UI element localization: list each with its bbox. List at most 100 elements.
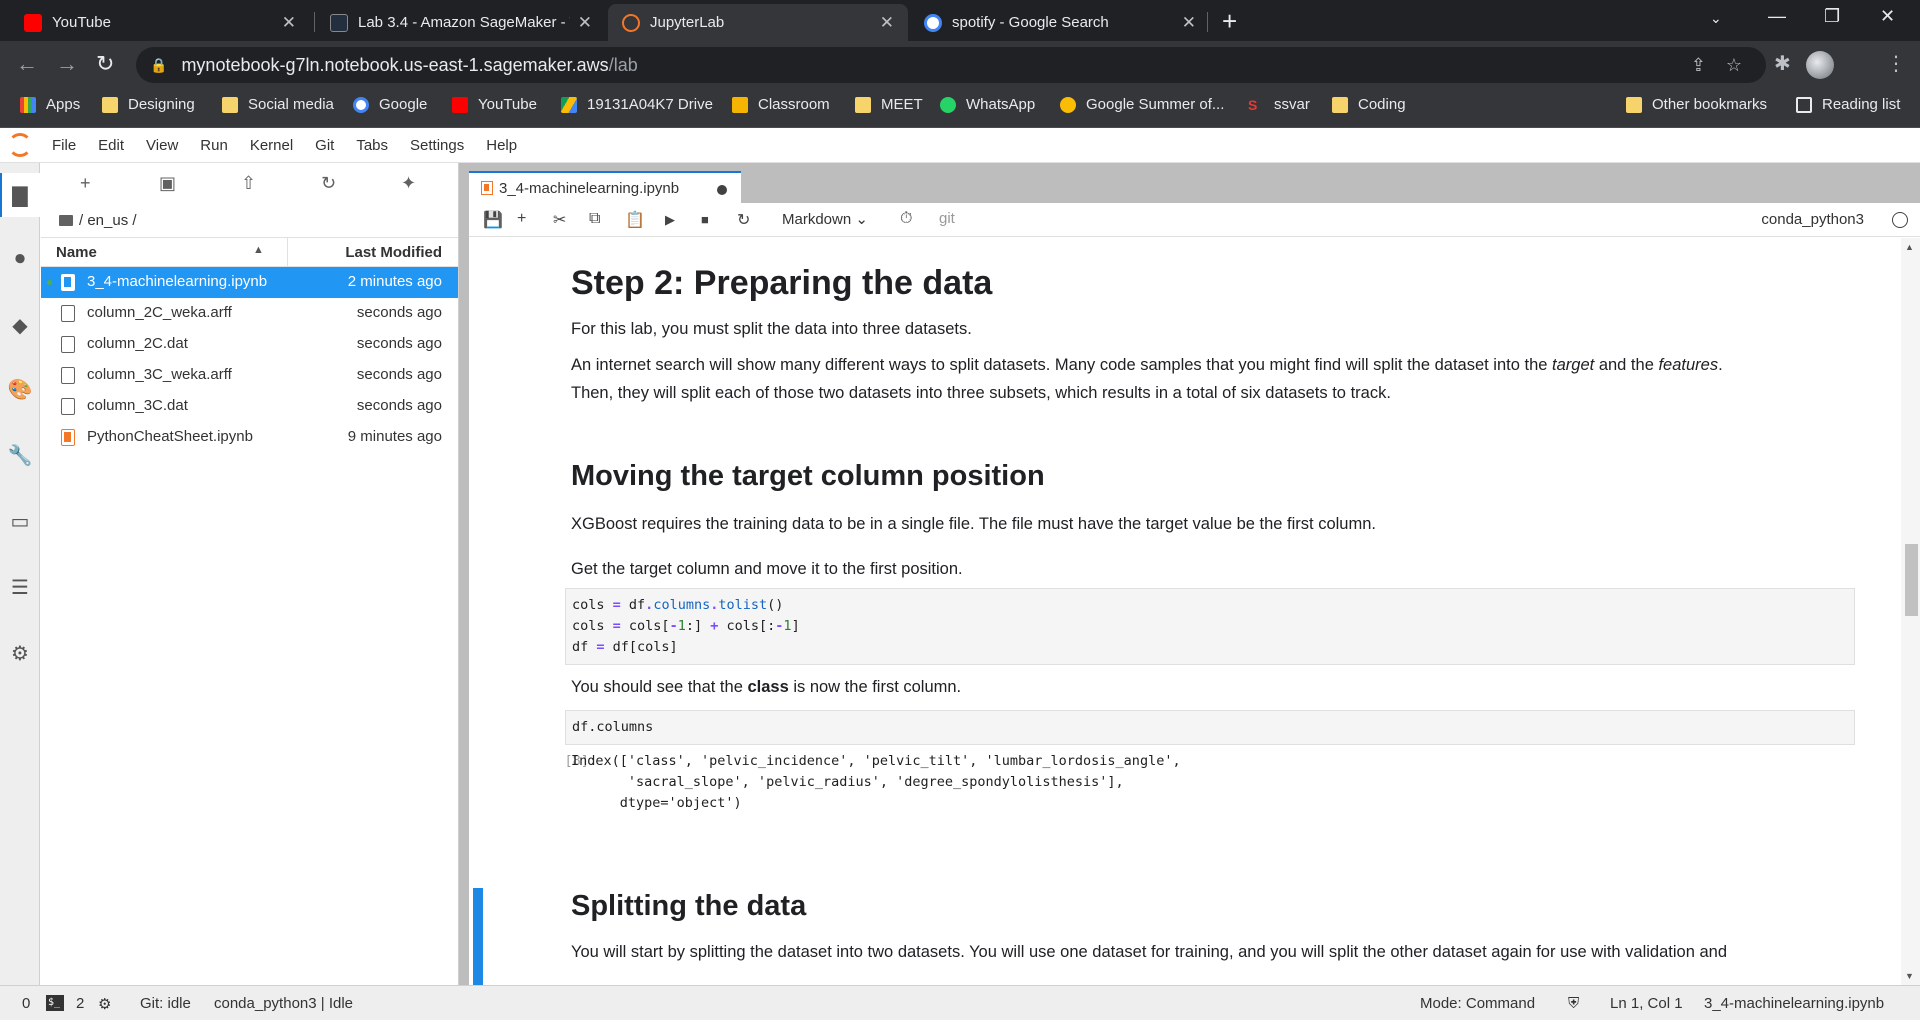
reload-icon[interactable]: ↻ <box>96 51 114 77</box>
menu-tabs[interactable]: Tabs <box>356 137 388 154</box>
folder-icon[interactable]: ▇ <box>8 183 32 207</box>
browser-tab-jupyterlab[interactable]: JupyterLab ✕ <box>608 4 908 41</box>
scroll-down-icon[interactable]: ▼ <box>1905 971 1914 981</box>
menu-kernel[interactable]: Kernel <box>250 137 293 154</box>
cut-icon[interactable]: ✂ <box>553 210 566 230</box>
bookmark-whatsapp[interactable]: WhatsApp <box>940 96 1035 113</box>
menu-file[interactable]: File <box>52 137 76 154</box>
terminal-icon[interactable]: $_ <box>46 995 64 1011</box>
palette-icon[interactable]: 🎨 <box>8 377 33 401</box>
menu-view[interactable]: View <box>146 137 178 154</box>
markdown-cell[interactable]: You will start by splitting the dataset … <box>571 938 1871 966</box>
copy-icon[interactable]: ⧉ <box>589 210 600 228</box>
menu-settings[interactable]: Settings <box>410 137 464 154</box>
save-icon[interactable]: 💾 <box>483 210 503 230</box>
clock-icon[interactable]: ⏱ <box>900 210 912 228</box>
running-sessions-icon[interactable]: ⏺ <box>8 247 32 271</box>
reading-list[interactable]: Reading list <box>1796 96 1900 113</box>
stop-icon[interactable]: ■ <box>701 212 709 227</box>
bookmark-designing[interactable]: Designing <box>102 96 195 113</box>
forward-icon[interactable]: → <box>56 51 78 77</box>
close-icon[interactable]: ✕ <box>1182 13 1196 33</box>
upload-icon[interactable]: ⇧ <box>241 173 256 194</box>
browser-tab-sagemaker[interactable]: Lab 3.4 - Amazon SageMaker - Tr ✕ <box>316 4 606 41</box>
extensions-icon[interactable]: ✱ <box>1774 51 1791 76</box>
tab-search-icon[interactable]: ⌄ <box>1710 10 1722 27</box>
close-icon[interactable]: ✕ <box>578 13 592 33</box>
bookmark-meet[interactable]: MEET <box>855 96 923 113</box>
markdown-cell[interactable]: Step 2: Preparing the data <box>571 264 1871 303</box>
scroll-up-icon[interactable]: ▲ <box>1905 242 1914 252</box>
bookmark-ssvar[interactable]: Sssvar <box>1248 96 1310 113</box>
bookmark-gsoc[interactable]: Google Summer of... <box>1060 96 1224 113</box>
column-header-name[interactable]: Name <box>56 244 97 261</box>
restore-icon[interactable]: ❐ <box>1824 6 1840 27</box>
tabs-icon[interactable]: ▭ <box>8 509 32 533</box>
run-icon[interactable]: ▶ <box>665 212 675 228</box>
profile-avatar[interactable] <box>1806 51 1834 79</box>
new-tab-button[interactable]: + <box>1222 6 1237 36</box>
window-close-icon[interactable]: ✕ <box>1880 6 1895 27</box>
git-clone-icon[interactable]: ✦ <box>401 173 416 194</box>
restart-kernel-icon[interactable]: ↻ <box>737 210 750 230</box>
table-of-contents-icon[interactable]: ☰ <box>8 575 32 599</box>
bookmark-apps[interactable]: Apps <box>20 96 80 113</box>
menu-help[interactable]: Help <box>486 137 517 154</box>
markdown-cell[interactable]: XGBoost requires the training data to be… <box>571 510 1871 538</box>
file-row[interactable]: column_3C.dat seconds ago <box>41 391 458 422</box>
markdown-cell[interactable]: Get the target column and move it to the… <box>571 555 1871 583</box>
bookmark-coding[interactable]: Coding <box>1332 96 1406 113</box>
file-row[interactable]: 3_4-machinelearning.ipynb 2 minutes ago <box>41 267 458 298</box>
markdown-cell[interactable]: For this lab, you must split the data in… <box>571 315 1871 343</box>
bookmark-drive[interactable]: 19131A04K7 Drive <box>561 96 713 113</box>
file-row[interactable]: column_3C_weka.arff seconds ago <box>41 360 458 391</box>
bookmark-classroom[interactable]: Classroom <box>732 96 830 113</box>
bookmark-social-media[interactable]: Social media <box>222 96 334 113</box>
breadcrumb[interactable]: / en_us / <box>41 205 458 235</box>
refresh-icon[interactable]: ↻ <box>321 173 336 194</box>
unsaved-indicator-icon[interactable] <box>717 185 727 195</box>
new-folder-icon[interactable]: ▣ <box>159 173 176 194</box>
menu-run[interactable]: Run <box>200 137 228 154</box>
file-row[interactable]: PythonCheatSheet.ipynb 9 minutes ago <box>41 422 458 453</box>
wrench-icon[interactable]: 🔧 <box>8 443 33 467</box>
extension-manager-icon[interactable]: ⚙ <box>8 641 32 665</box>
git-diff-button[interactable]: git <box>939 210 955 227</box>
address-bar[interactable]: 🔒 mynotebook-g7ln.notebook.us-east-1.sag… <box>136 47 1766 83</box>
kernel-status[interactable]: conda_python3 | Idle <box>214 995 353 1012</box>
kernel-name[interactable]: conda_python3 <box>1761 211 1864 228</box>
git-icon[interactable]: ◆ <box>8 313 32 337</box>
trusted-icon[interactable]: ⛨ <box>1568 995 1579 1012</box>
bookmark-other[interactable]: Other bookmarks <box>1626 96 1767 113</box>
new-launcher-icon[interactable]: + <box>80 173 91 194</box>
status-count-kernels[interactable]: 2 <box>76 995 84 1012</box>
markdown-cell[interactable]: You should see that the class is now the… <box>571 673 1871 701</box>
markdown-cell[interactable]: An internet search will show many differ… <box>571 351 1871 407</box>
browser-tab-youtube[interactable]: YouTube ✕ <box>10 4 310 41</box>
notebook-scrollbar[interactable]: ▲ ▼ <box>1901 238 1920 985</box>
markdown-cell[interactable]: Moving the target column position <box>571 460 1871 493</box>
file-row[interactable]: column_2C.dat seconds ago <box>41 329 458 360</box>
kernel-gear-icon[interactable]: ⚙ <box>98 995 111 1013</box>
share-icon[interactable]: ⇪ <box>1691 55 1706 76</box>
cell-type-select[interactable]: Markdown ⌄ <box>782 210 868 228</box>
menu-dots-icon[interactable]: ⋮ <box>1886 51 1906 76</box>
bookmark-youtube[interactable]: YouTube <box>452 96 537 113</box>
column-header-modified[interactable]: Last Modified <box>345 244 442 261</box>
code-cell[interactable]: cols = df.columns.tolist() cols = cols[-… <box>565 588 1855 665</box>
menu-edit[interactable]: Edit <box>98 137 124 154</box>
markdown-cell-active[interactable]: Splitting the data <box>571 890 1871 923</box>
paste-icon[interactable]: 📋 <box>625 210 645 230</box>
menu-git[interactable]: Git <box>315 137 334 154</box>
file-row[interactable]: column_2C_weka.arff seconds ago <box>41 298 458 329</box>
bookmark-star-icon[interactable]: ☆ <box>1726 55 1742 76</box>
code-cell[interactable]: df.columns <box>565 710 1855 745</box>
cursor-position[interactable]: Ln 1, Col 1 <box>1610 995 1683 1012</box>
minimize-icon[interactable]: — <box>1768 6 1786 27</box>
bookmark-google[interactable]: Google <box>353 96 427 113</box>
close-icon[interactable]: ✕ <box>282 13 296 33</box>
close-icon[interactable]: ✕ <box>880 13 894 33</box>
status-count-left[interactable]: 0 <box>22 995 30 1012</box>
scrollbar-thumb[interactable] <box>1905 544 1918 616</box>
back-icon[interactable]: ← <box>16 51 38 77</box>
